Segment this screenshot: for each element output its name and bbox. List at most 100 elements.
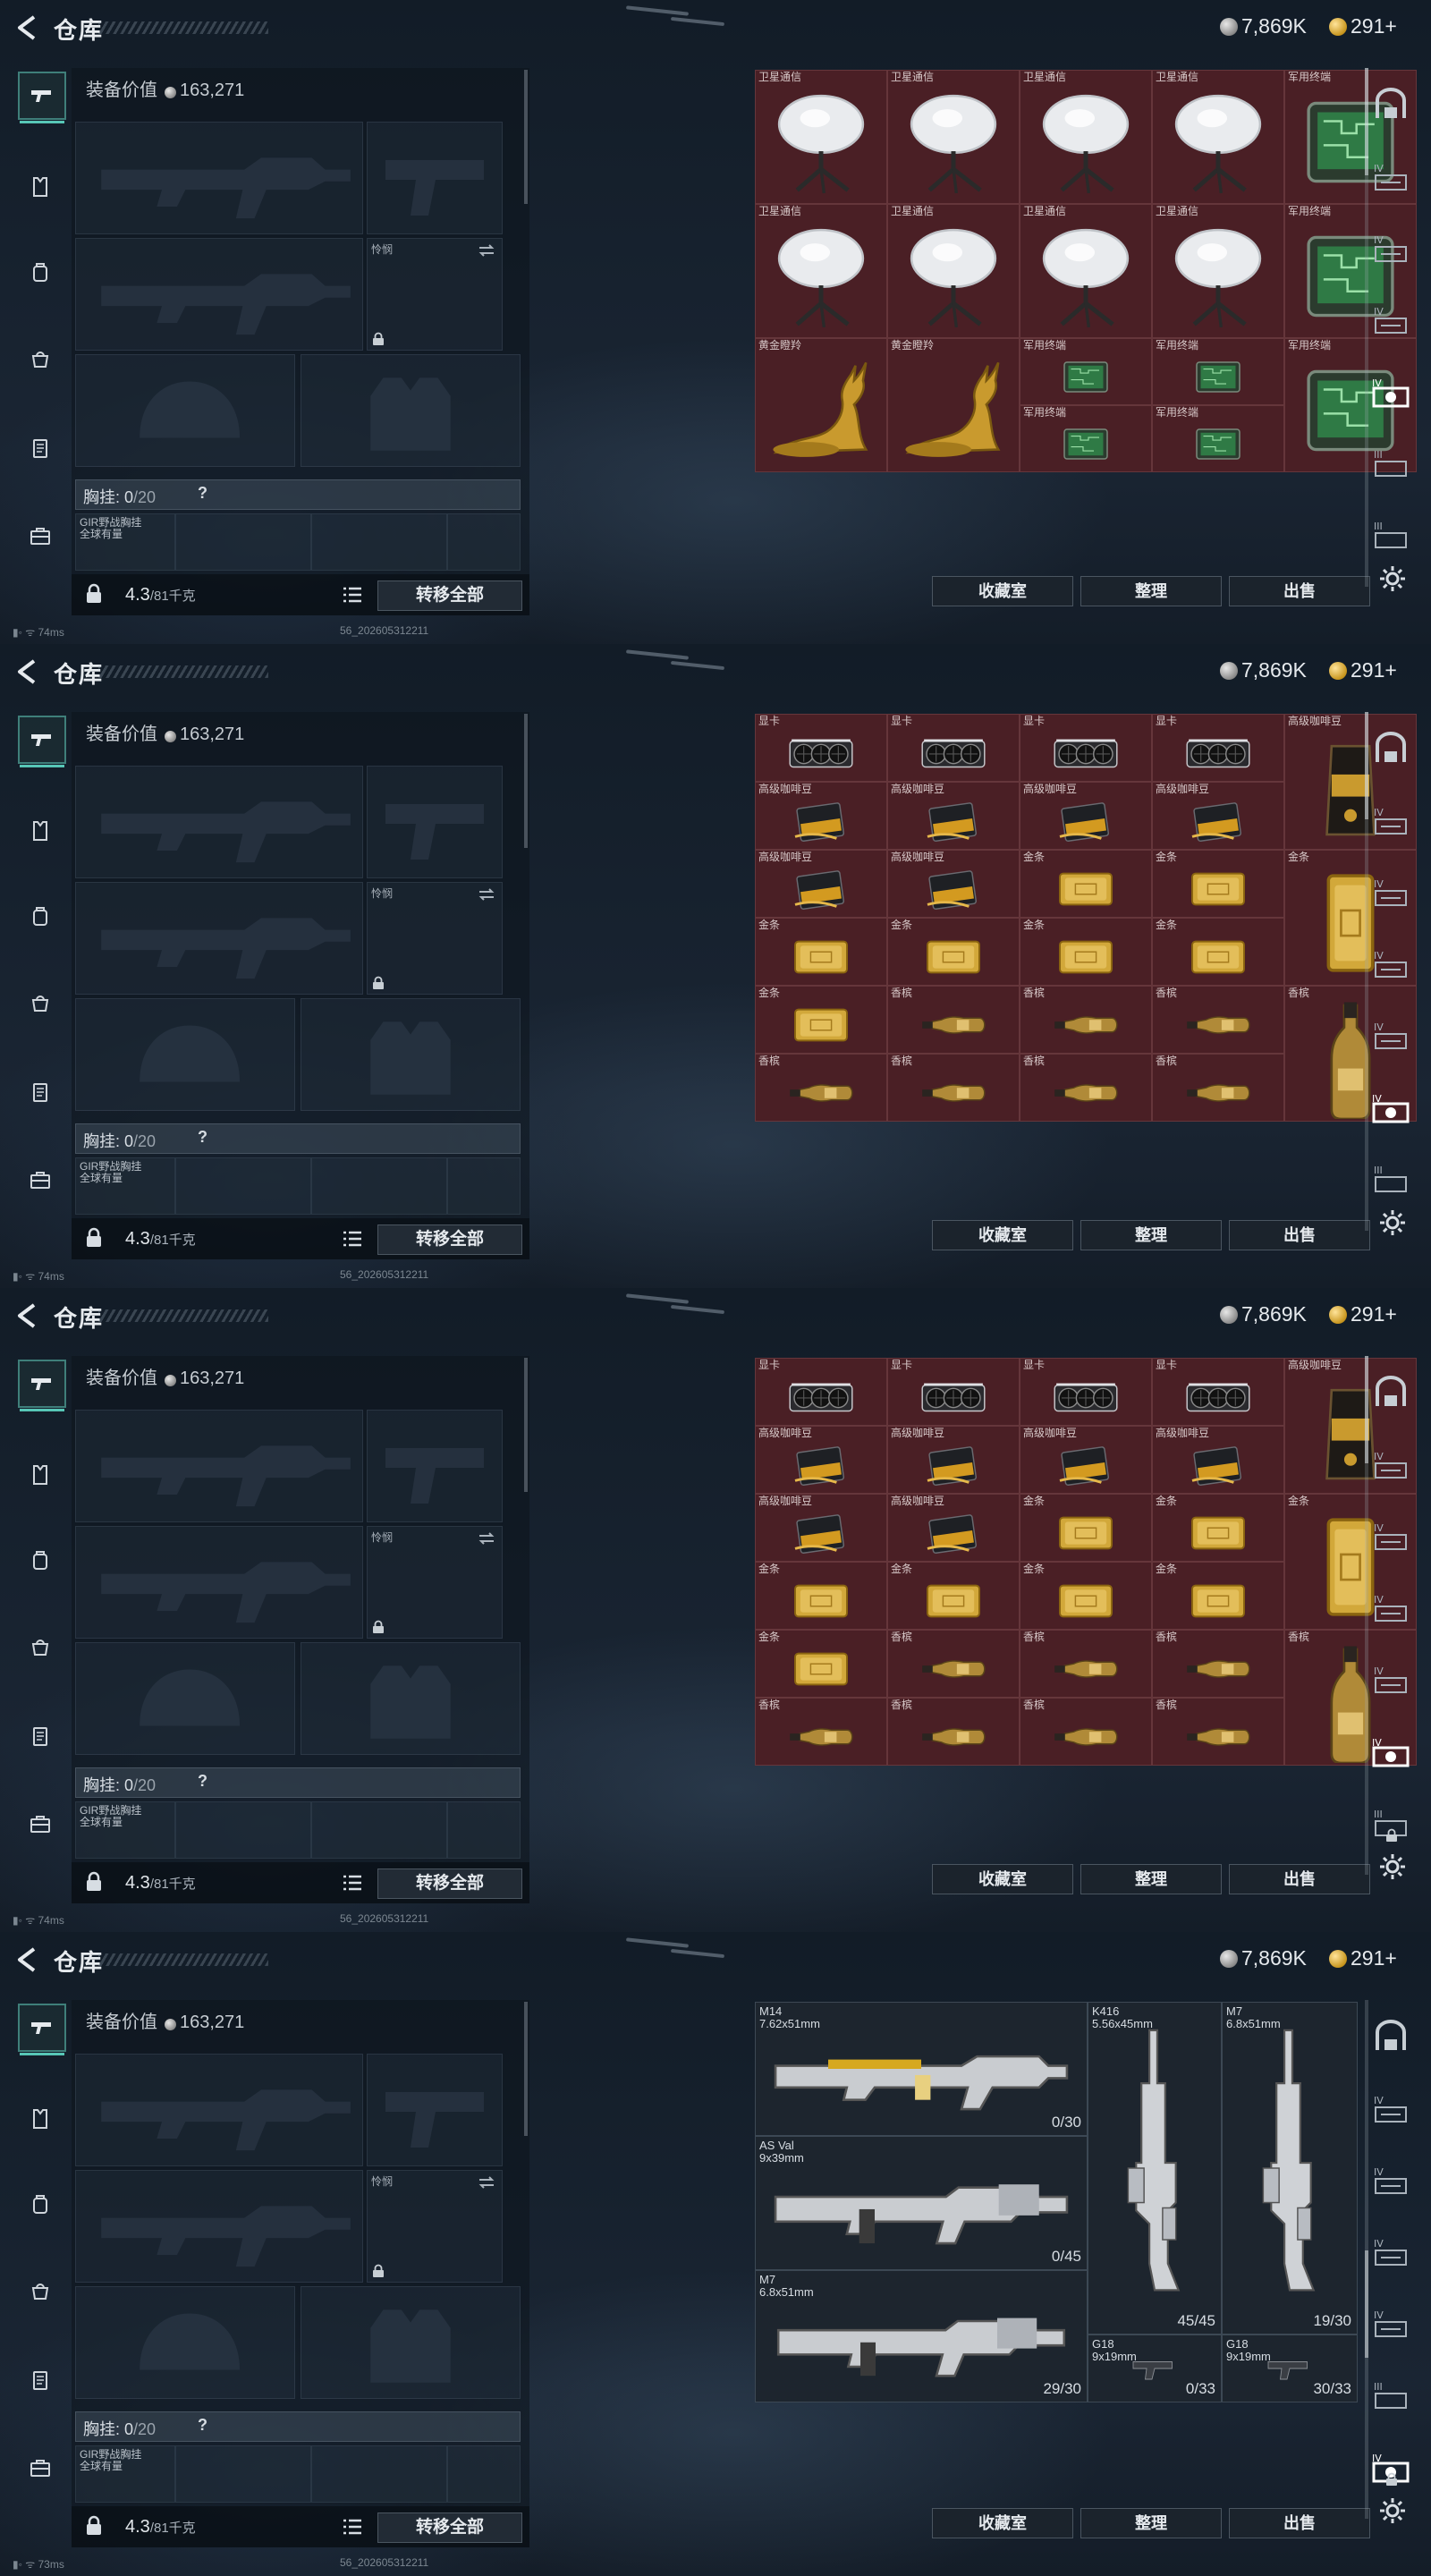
armor-slot[interactable]	[301, 2286, 521, 2399]
armor-slot[interactable]	[301, 998, 521, 1111]
chest-rig-slot[interactable]	[447, 513, 521, 571]
silver-currency[interactable]: 7,869K	[1220, 1946, 1307, 1970]
stash-item[interactable]: 香槟	[755, 1054, 887, 1122]
bag-tab-icon[interactable]	[18, 2268, 63, 2313]
sell-button[interactable]: 出售	[1229, 576, 1370, 606]
organize-button[interactable]: 整理	[1080, 576, 1222, 606]
weapon-item[interactable]: M7 6.8x51mm 19/30	[1222, 2002, 1358, 2334]
container-iv-icon[interactable]: IV	[1370, 302, 1411, 338]
stash-item[interactable]: 显卡	[1152, 714, 1284, 782]
collection-button[interactable]: 收藏室	[932, 1220, 1073, 1250]
organize-button[interactable]: 整理	[1080, 1864, 1222, 1894]
clipboard-tab-icon[interactable]	[18, 2358, 63, 2402]
stash-item[interactable]: 卫星通信	[1020, 204, 1152, 338]
stash-item[interactable]: 香槟	[1152, 1054, 1284, 1122]
weapon-tab-icon[interactable]	[18, 2004, 66, 2055]
stash-item[interactable]: 金条	[1020, 850, 1152, 918]
container-iv-icon[interactable]: IV	[1370, 2306, 1411, 2342]
helmet-slot[interactable]	[75, 998, 295, 1111]
transfer-all-button[interactable]: 转移全部	[377, 1224, 522, 1255]
settings-gear-icon[interactable]	[1377, 2496, 1408, 2526]
collection-button[interactable]: 收藏室	[932, 2508, 1073, 2538]
sell-button[interactable]: 出售	[1229, 1864, 1370, 1894]
weight-lock-icon[interactable]	[84, 1871, 104, 1893]
stash-item[interactable]: 黄金瞪羚	[887, 338, 1020, 472]
melee-slot[interactable]: 怜悯	[367, 238, 503, 351]
stash-item[interactable]: 高级咖啡豆	[887, 782, 1020, 850]
secondary-weapon-slot[interactable]	[75, 882, 363, 995]
briefcase-tab-icon[interactable]	[18, 2445, 63, 2490]
container-iv-icon[interactable]: IV	[1370, 1590, 1411, 1626]
chest-rig-slot[interactable]	[311, 513, 447, 571]
stash-item[interactable]: 香槟	[1152, 1698, 1284, 1766]
stash-item[interactable]: 显卡	[1020, 714, 1152, 782]
clipboard-tab-icon[interactable]	[18, 426, 63, 470]
pistol-slot[interactable]	[367, 2054, 503, 2166]
container-iii-icon[interactable]: III	[1370, 517, 1411, 553]
rail-scroll-thumb[interactable]	[1365, 68, 1368, 175]
weapon-tab-icon[interactable]	[18, 72, 66, 123]
chest-rig-slot[interactable]	[175, 1801, 311, 1859]
gold-currency[interactable]: 291+	[1329, 658, 1397, 682]
stash-item[interactable]: 高级咖啡豆	[1020, 782, 1152, 850]
stash-item[interactable]: 金条	[1020, 918, 1152, 986]
stash-item[interactable]: 高级咖啡豆	[755, 1426, 887, 1494]
stash-item[interactable]: 高级咖啡豆	[755, 1494, 887, 1562]
stash-item[interactable]: 卫星通信	[887, 204, 1020, 338]
chest-rig-slot[interactable]: GIR野战胸挂 全球有量	[75, 1801, 175, 1859]
helmet-slot[interactable]	[75, 2286, 295, 2399]
stash-item[interactable]: 香槟	[1020, 1054, 1152, 1122]
weapon-tab-icon[interactable]	[18, 1360, 66, 1411]
clipboard-tab-icon[interactable]	[18, 1714, 63, 1758]
silver-currency[interactable]: 7,869K	[1220, 658, 1307, 682]
chest-help-icon[interactable]: ?	[198, 1772, 207, 1791]
container-iii-icon[interactable]: III	[1370, 2377, 1411, 2413]
swap-icon[interactable]	[477, 242, 496, 258]
backpack-tab-icon[interactable]	[18, 1538, 63, 1583]
stash-item[interactable]: 金条	[755, 986, 887, 1054]
primary-weapon-slot[interactable]	[75, 122, 363, 234]
stash-item[interactable]: 军用终端	[1152, 338, 1284, 405]
stash-item[interactable]: 香槟	[1020, 986, 1152, 1054]
settings-gear-icon[interactable]	[1377, 1852, 1408, 1882]
weapon-item[interactable]: M7 6.8x51mm 29/30	[755, 2270, 1088, 2402]
back-arrow-icon[interactable]	[13, 657, 43, 687]
rail-scroll-thumb[interactable]	[1365, 1356, 1368, 1463]
melee-slot[interactable]: 怜悯	[367, 2170, 503, 2283]
container-iv-icon[interactable]: IV	[1370, 946, 1411, 982]
stash-item[interactable]: 香槟	[1152, 1630, 1284, 1698]
gate-icon[interactable]	[1370, 2020, 1411, 2055]
settings-gear-icon[interactable]	[1377, 564, 1408, 594]
stash-item[interactable]: 卫星通信	[755, 204, 887, 338]
equipment-scrollbar[interactable]	[524, 714, 528, 848]
list-icon[interactable]	[340, 1227, 365, 1250]
silver-currency[interactable]: 7,869K	[1220, 1302, 1307, 1326]
chest-help-icon[interactable]: ?	[198, 484, 207, 503]
weapon-tab-icon[interactable]	[18, 716, 66, 767]
helmet-slot[interactable]	[75, 1642, 295, 1755]
weight-lock-icon[interactable]	[84, 1227, 104, 1249]
stash-item[interactable]: 金条	[1152, 1494, 1284, 1562]
equipment-scrollbar[interactable]	[524, 1358, 528, 1492]
container-iv-icon[interactable]: IV	[1370, 231, 1411, 267]
stash-item[interactable]: 金条	[887, 1562, 1020, 1630]
gate-icon[interactable]	[1370, 732, 1411, 767]
organize-button[interactable]: 整理	[1080, 1220, 1222, 1250]
backpack-tab-icon[interactable]	[18, 894, 63, 939]
organize-button[interactable]: 整理	[1080, 2508, 1222, 2538]
stash-item[interactable]: 香槟	[1020, 1630, 1152, 1698]
container-iv-icon[interactable]: IV	[1370, 803, 1411, 839]
stash-item[interactable]: 香槟	[887, 986, 1020, 1054]
chest-rig-slot[interactable]	[175, 2445, 311, 2503]
sell-button[interactable]: 出售	[1229, 2508, 1370, 2538]
stash-item[interactable]: 显卡	[755, 714, 887, 782]
armor-tab-icon[interactable]	[18, 1453, 63, 1497]
gate-icon[interactable]	[1370, 1376, 1411, 1411]
container-iii-icon[interactable]: III	[1370, 445, 1411, 481]
chest-rig-slot[interactable]: GIR野战胸挂 全球有量	[75, 1157, 175, 1215]
stash-item[interactable]: 金条	[887, 918, 1020, 986]
stash-item[interactable]: 高级咖啡豆	[755, 782, 887, 850]
container-iv-icon[interactable]: IV	[1370, 1447, 1411, 1483]
bag-tab-icon[interactable]	[18, 980, 63, 1025]
backpack-tab-icon[interactable]	[18, 250, 63, 295]
